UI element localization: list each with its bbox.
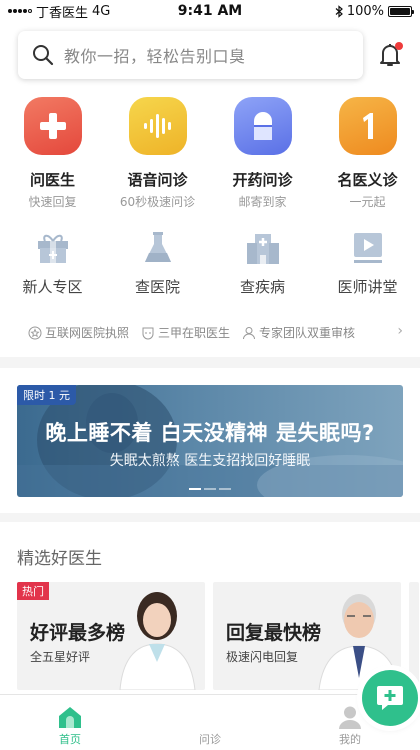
top-section: 教你一招，轻松告别口臭 问医生 快速回复 语音问诊 60秒极速问诊 开药问诊 邮… (0, 22, 420, 357)
shortcut-label: 医师讲堂 (337, 278, 398, 296)
tab-home[interactable]: 首页 (40, 695, 100, 750)
banner-section: 限时 1 元 晚上睡不着 白天没精神 是失眠吗? 失眠太煎熬 医生支招找回好睡眠 (0, 368, 420, 513)
card-title: 回复最快榜 (226, 622, 322, 644)
search-bar[interactable]: 教你一招，轻松告别口臭 (18, 31, 363, 79)
ranking-card-top-rated[interactable]: 热门 好评最多榜 全五星好评 (17, 582, 205, 690)
service-free-clinic[interactable]: 名医义诊 一元起 (315, 97, 420, 210)
primary-services: 问医生 快速回复 语音问诊 60秒极速问诊 开药问诊 邮寄到家 名医义诊 一元起 (0, 97, 420, 210)
gift-box-icon (35, 230, 71, 266)
tab-label: 问诊 (199, 733, 221, 746)
status-time: 9:41 AM (177, 3, 243, 19)
shortcut-label: 新人专区 (22, 278, 83, 296)
card-title: 好评最多榜 (30, 622, 126, 644)
hot-badge: 热门 (17, 582, 49, 600)
shortcut-doctor-lecture[interactable]: 医师讲堂 (315, 230, 420, 297)
trust-label: 专家团队双重审核 (259, 326, 356, 340)
chevron-right-icon: › (397, 323, 403, 339)
service-subtitle: 邮寄到家 (238, 195, 287, 209)
ranking-card-peek[interactable] (409, 582, 419, 690)
service-title: 问医生 (29, 171, 75, 189)
banner-subtitle: 失眠太煎熬 医生支招找回好睡眠 (109, 453, 311, 469)
tab-profile[interactable]: 我的 (320, 695, 380, 750)
card-subtitle: 全五星好评 (30, 650, 91, 664)
service-subtitle: 快速回复 (28, 195, 77, 209)
bluetooth-icon (335, 4, 343, 18)
trust-label: 三甲在职医生 (158, 326, 231, 340)
shortcut-grid: 新人专区 查医院 查疾病 医师讲堂 (0, 230, 420, 297)
voice-wave-icon (128, 97, 187, 155)
section-title: 精选好医生 (17, 549, 102, 569)
hospital-building-icon (245, 230, 281, 266)
featured-doctors-section: 精选好医生 热门 好评最多榜 全五星好评 回复最快榜 极速闪电回复 (0, 522, 420, 694)
profile-icon (339, 706, 361, 729)
signal-strength-icon (8, 9, 32, 13)
home-icon (59, 707, 81, 728)
trust-item: 专家团队双重审核 (242, 324, 355, 341)
shortcut-disease-search[interactable]: 查疾病 (210, 230, 315, 297)
search-placeholder: 教你一招，轻松告别口臭 (64, 47, 246, 66)
banner-tag: 限时 1 元 (17, 385, 76, 405)
tab-label: 首页 (59, 733, 81, 746)
service-title: 开药问诊 (232, 171, 293, 189)
search-icon (33, 45, 54, 66)
doctor-badge-icon (142, 327, 154, 339)
service-subtitle: 一元起 (349, 195, 386, 209)
promo-banner[interactable]: 限时 1 元 晚上睡不着 白天没精神 是失眠吗? 失眠太煎熬 医生支招找回好睡眠 (17, 385, 403, 497)
service-ask-doctor[interactable]: 问医生 快速回复 (0, 97, 105, 210)
service-prescription[interactable]: 开药问诊 邮寄到家 (210, 97, 315, 210)
bottom-tab-bar: 首页 问诊 我的 (0, 670, 420, 750)
trust-item: 互联网医院执照 (28, 324, 129, 341)
banner-title: 晚上睡不着 白天没精神 是失眠吗? (45, 421, 375, 445)
trust-badges[interactable]: 互联网医院执照 三甲在职医生 专家团队双重审核 › (28, 323, 403, 341)
flask-icon (140, 230, 176, 266)
shortcut-newcomer[interactable]: 新人专区 (0, 230, 105, 297)
trust-item: 三甲在职医生 (141, 324, 230, 341)
notification-button[interactable] (378, 42, 404, 70)
plus-icon (23, 97, 82, 155)
tab-consult[interactable]: 问诊 (180, 670, 418, 750)
service-subtitle: 60秒极速问诊 (119, 195, 196, 209)
pill-capsule-icon (233, 97, 292, 155)
battery-icon (388, 5, 414, 17)
notification-dot (395, 42, 403, 50)
network-type: 4G (92, 3, 111, 19)
battery-percent: 100% (346, 3, 384, 19)
carousel-indicator (189, 488, 231, 490)
video-play-icon (350, 230, 386, 266)
tab-label: 我的 (339, 733, 361, 746)
status-bar: 丁香医生 4G 9:41 AM 100% (0, 0, 420, 22)
service-voice-consult[interactable]: 语音问诊 60秒极速问诊 (105, 97, 210, 210)
certificate-icon (28, 326, 42, 339)
number-one-icon (338, 97, 397, 155)
service-title: 语音问诊 (127, 171, 188, 189)
carrier-name: 丁香医生 (36, 5, 89, 21)
service-title: 名医义诊 (337, 171, 398, 189)
shortcut-hospital-search[interactable]: 查医院 (105, 230, 210, 297)
card-subtitle: 极速闪电回复 (226, 650, 299, 664)
ranking-card-fastest-reply[interactable]: 回复最快榜 极速闪电回复 (213, 582, 401, 690)
shortcut-label: 查疾病 (239, 278, 285, 296)
person-icon (243, 326, 256, 339)
shortcut-label: 查医院 (134, 278, 180, 296)
trust-label: 互联网医院执照 (45, 326, 130, 340)
